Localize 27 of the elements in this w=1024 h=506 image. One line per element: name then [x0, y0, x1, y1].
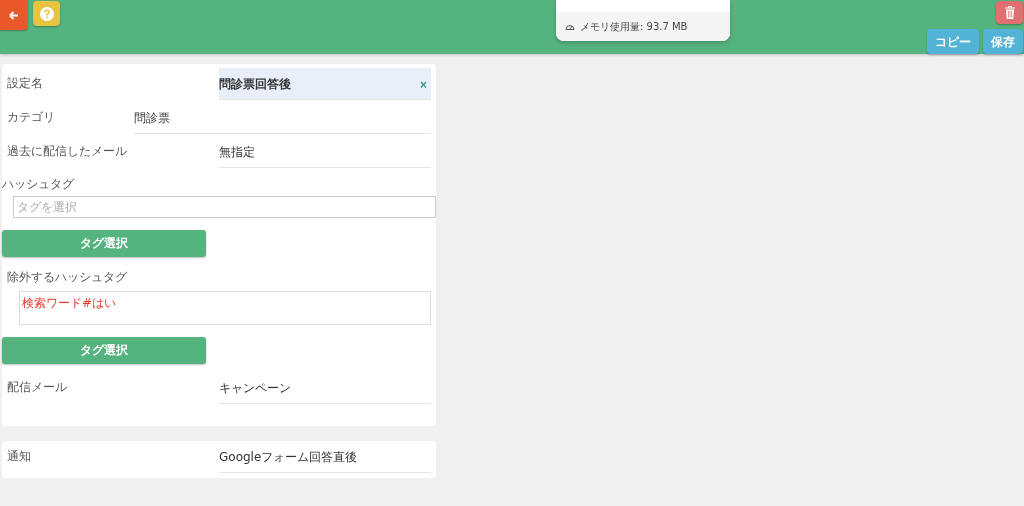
- gauge-icon: [565, 23, 575, 30]
- memory-usage-text: メモリ使用量: 93.7 MB: [580, 19, 688, 34]
- trash-icon: [1004, 6, 1015, 19]
- question-mark-icon: [39, 6, 54, 21]
- field-label: ハッシュタグ: [2, 176, 75, 193]
- past-mail-field[interactable]: 無指定: [219, 136, 431, 168]
- field-label: 配信メール: [7, 379, 67, 396]
- field-label: 過去に配信したメール: [7, 143, 127, 160]
- field-label: 設定名: [7, 75, 43, 92]
- back-button[interactable]: [0, 0, 28, 30]
- copy-button[interactable]: コピー: [927, 29, 979, 54]
- setting-name-field[interactable]: 問診票回答後 ×: [219, 68, 431, 100]
- field-label: 通知: [7, 448, 31, 465]
- excluded-hashtag-field[interactable]: 検索ワード#はい: [19, 291, 431, 325]
- clear-button[interactable]: ×: [416, 77, 431, 92]
- help-button[interactable]: [33, 1, 60, 26]
- tag-select-button[interactable]: タグ選択: [2, 337, 206, 364]
- field-label: カテゴリ: [7, 109, 55, 126]
- left-arrow-icon: [9, 10, 19, 20]
- tag-input-field[interactable]: タグを選択: [13, 196, 436, 218]
- field-label: 除外するハッシュタグ: [7, 269, 128, 286]
- save-button[interactable]: 保存: [983, 29, 1023, 54]
- category-field[interactable]: 問診票: [134, 102, 431, 134]
- delete-button[interactable]: [996, 1, 1023, 24]
- delivery-mail-field[interactable]: キャンペーン: [219, 372, 431, 404]
- tag-select-button[interactable]: タグ選択: [2, 230, 206, 257]
- notification-field[interactable]: Googleフォーム回答直後: [219, 441, 431, 473]
